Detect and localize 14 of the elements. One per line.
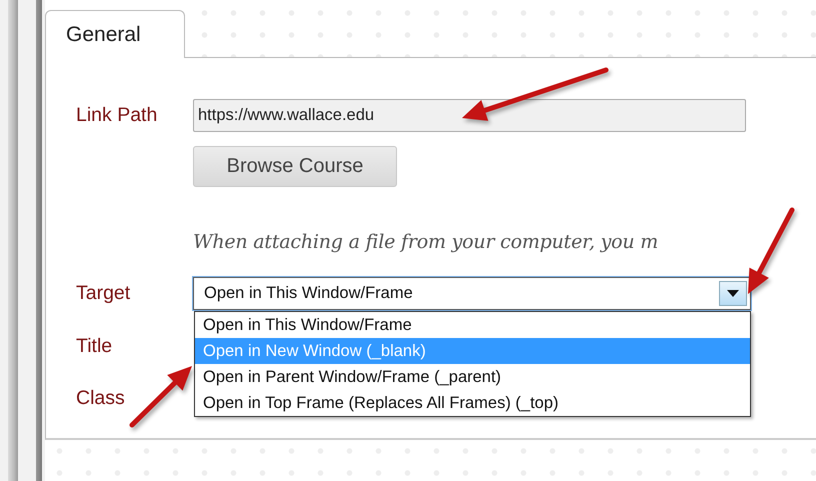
tab[interactable]: General (45, 10, 185, 58)
dropdown-option[interactable]: Open in This Window/Frame (195, 312, 750, 338)
dropdown-option[interactable]: Open in Parent Window/Frame (_parent) (195, 364, 750, 390)
dropdown[interactable]: Open in This Window/Frame (193, 277, 751, 310)
field-label: Title (76, 334, 114, 358)
field-label: Class (76, 386, 126, 410)
browse-button[interactable]: Browse Course (193, 146, 397, 187)
caret-icon[interactable] (719, 281, 747, 306)
field-label: Target (76, 282, 132, 305)
dropdown-option[interactable]: Open in Top Frame (Replaces All Frames) (_top) (195, 390, 750, 416)
note-text: When attaching a file from your computer, you m (193, 231, 660, 253)
annotation-arrow (130, 366, 192, 428)
field-label: Link Path (76, 104, 158, 127)
input-field[interactable]: https://www.wallace.edu (193, 99, 746, 132)
